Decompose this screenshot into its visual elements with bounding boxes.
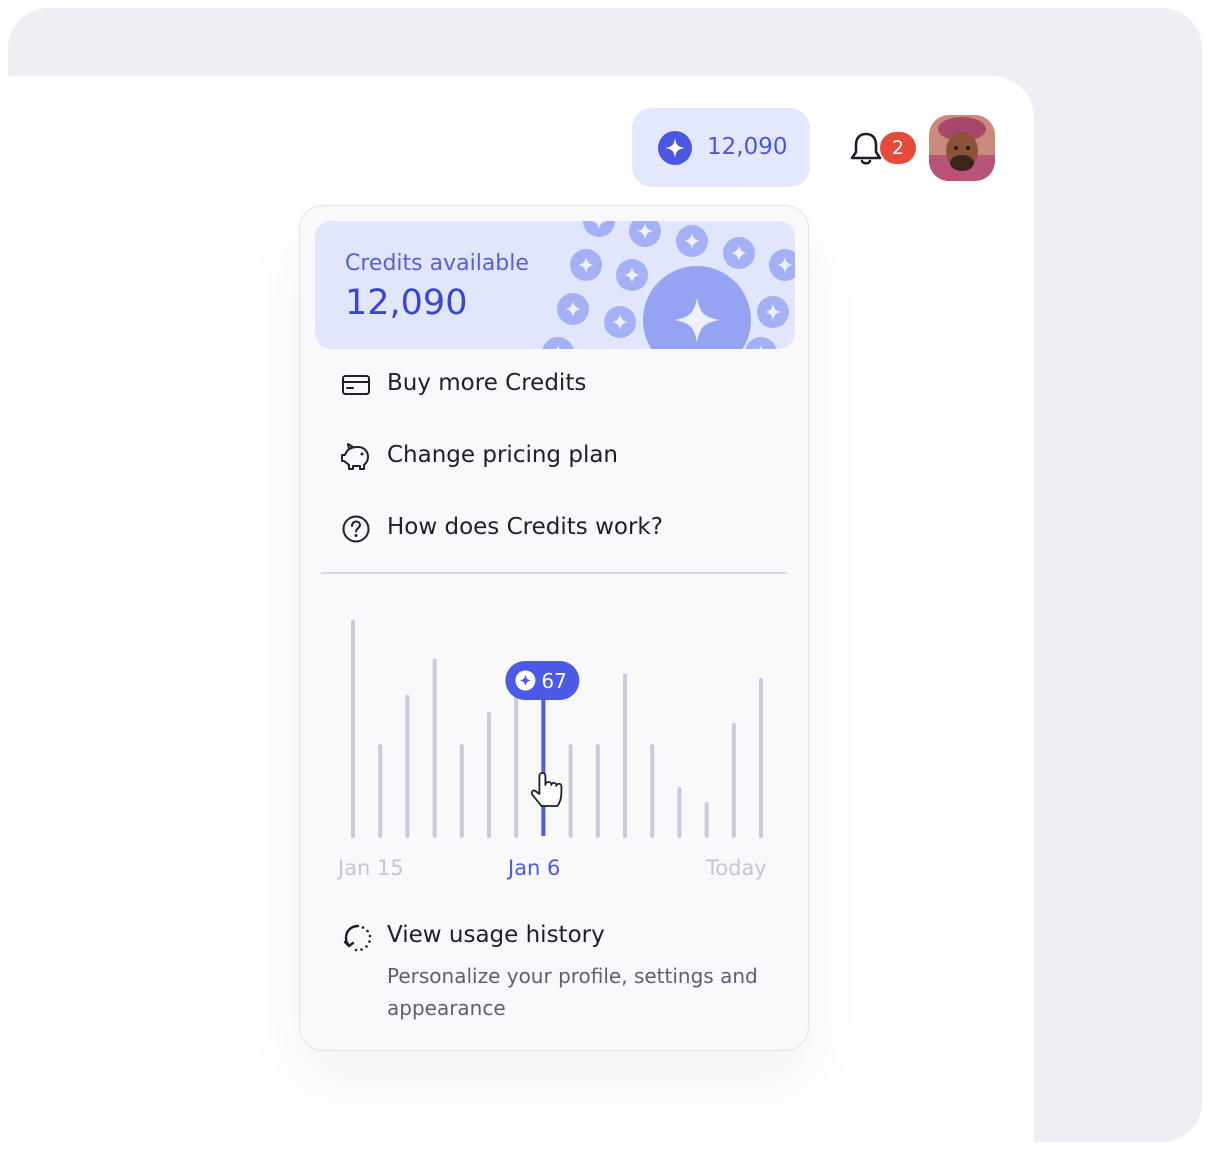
usage-history-title: View usage history: [387, 922, 605, 948]
piggy-bank-icon: [341, 443, 369, 470]
chart-tooltip-value: 67: [541, 669, 566, 693]
credits-panel: Credits available 12,090 Buy more Credit…: [299, 205, 809, 1051]
how-credits-work-label: How does Credits work?: [387, 514, 663, 540]
sparkle-icon: [658, 131, 692, 165]
usage-history-description: Personalize your profile, settings and a…: [387, 964, 758, 1020]
x-label-selected: Jan 6: [508, 856, 561, 880]
credits-available-label: Credits available: [345, 251, 529, 276]
help-circle-icon: [342, 515, 370, 543]
buy-credits-label: Buy more Credits: [387, 370, 587, 396]
buy-credits-item[interactable]: Buy more Credits: [340, 364, 780, 404]
notification-badge: 2: [880, 132, 916, 164]
x-label-start: Jan 15: [338, 856, 404, 880]
how-credits-work-item[interactable]: How does Credits work?: [340, 508, 780, 548]
credits-balance: 12,090: [707, 134, 788, 160]
credits-available-value: 12,090: [345, 283, 468, 323]
credits-summary: Credits available 12,090: [315, 221, 795, 349]
credit-card-icon: [342, 375, 370, 395]
change-plan-item[interactable]: Change pricing plan: [340, 436, 780, 476]
divider: [321, 572, 787, 574]
history-icon: [343, 924, 372, 952]
usage-chart[interactable]: 67: [300, 586, 808, 886]
change-plan-label: Change pricing plan: [387, 442, 618, 468]
hand-cursor-icon: [531, 772, 563, 807]
credits-balance-button[interactable]: 12,090: [632, 108, 810, 187]
chart-tooltip: 67: [505, 661, 580, 700]
x-label-end: Today: [706, 856, 767, 880]
avatar[interactable]: [929, 115, 995, 181]
